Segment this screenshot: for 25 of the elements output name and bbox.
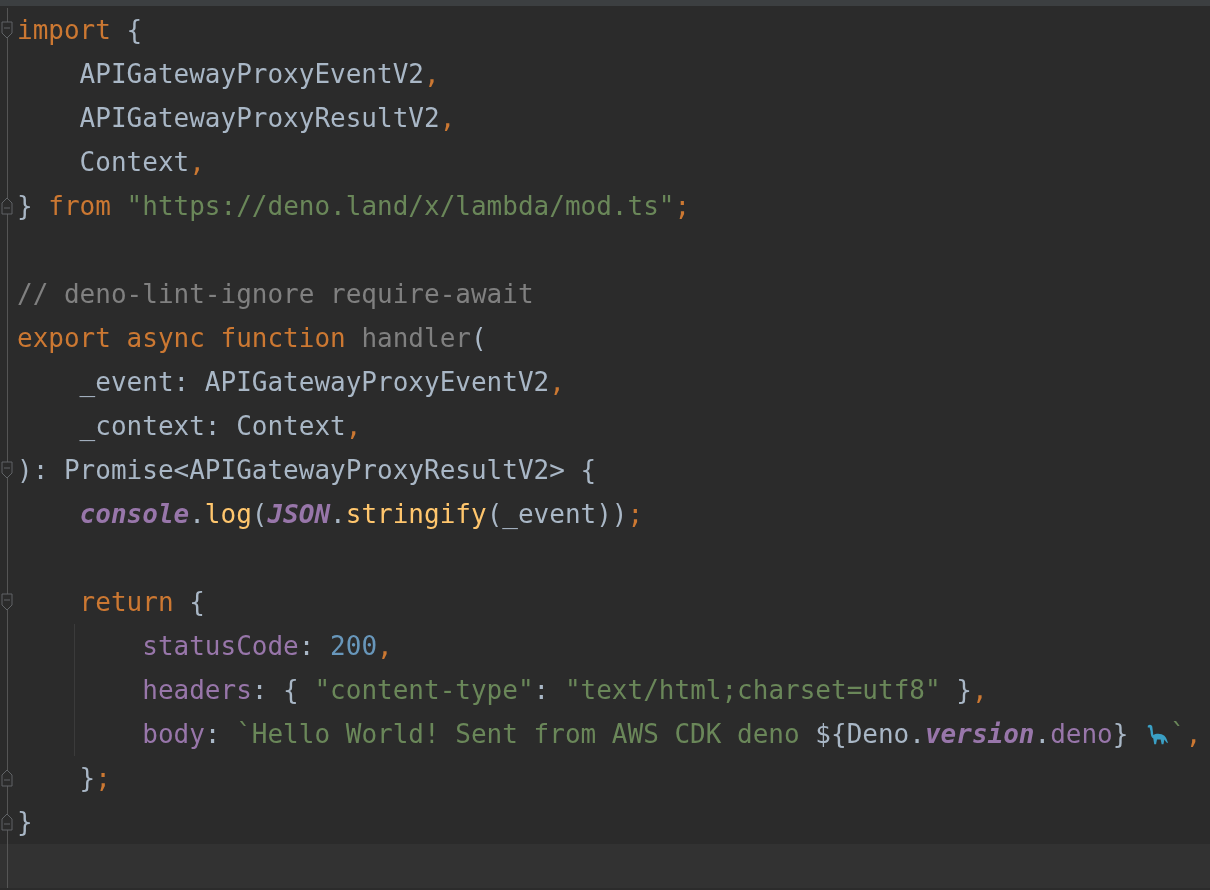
code-editor[interactable]: [0, 0, 1210, 890]
code-text: // deno-lint-ignore require-await: [17, 278, 534, 310]
code-text: _context: Context,: [78, 410, 362, 442]
code-text: } from "https://deno.land/x/lambda/mod.ts";: [17, 190, 691, 222]
code-text: _event: APIGatewayProxyEventV2,: [78, 366, 565, 398]
fold-marker-icon[interactable]: [1, 21, 13, 39]
fold-marker-icon[interactable]: [1, 197, 13, 215]
code-text: import {: [17, 14, 143, 46]
fold-marker-icon[interactable]: [1, 593, 13, 611]
fold-marker-icon[interactable]: [1, 769, 13, 787]
code-text: };: [78, 762, 111, 794]
code-text: APIGatewayProxyResultV2,: [78, 102, 456, 134]
code-text: console.log(JSON.stringify(_event));: [78, 498, 644, 530]
code-text: Context,: [78, 146, 205, 178]
fold-marker-icon[interactable]: [1, 813, 13, 831]
fold-marker-icon[interactable]: [1, 461, 13, 479]
code-text: APIGatewayProxyEventV2,: [78, 58, 440, 90]
code-text: headers: { "content-type": "text/html;charset=utf8" },: [141, 674, 988, 706]
code-text: return {: [78, 586, 205, 618]
code-text: }: [17, 806, 33, 838]
code-text: statusCode: 200,: [141, 630, 393, 662]
code-text: body: `Hello World! Sent from AWS CDK deno ${Deno.version.deno}: [141, 718, 1130, 750]
code-text: `,: [1170, 718, 1202, 750]
code-text: export async function handler(: [17, 322, 487, 354]
code-text: ): Promise<APIGatewayProxyResultV2> {: [17, 454, 597, 486]
